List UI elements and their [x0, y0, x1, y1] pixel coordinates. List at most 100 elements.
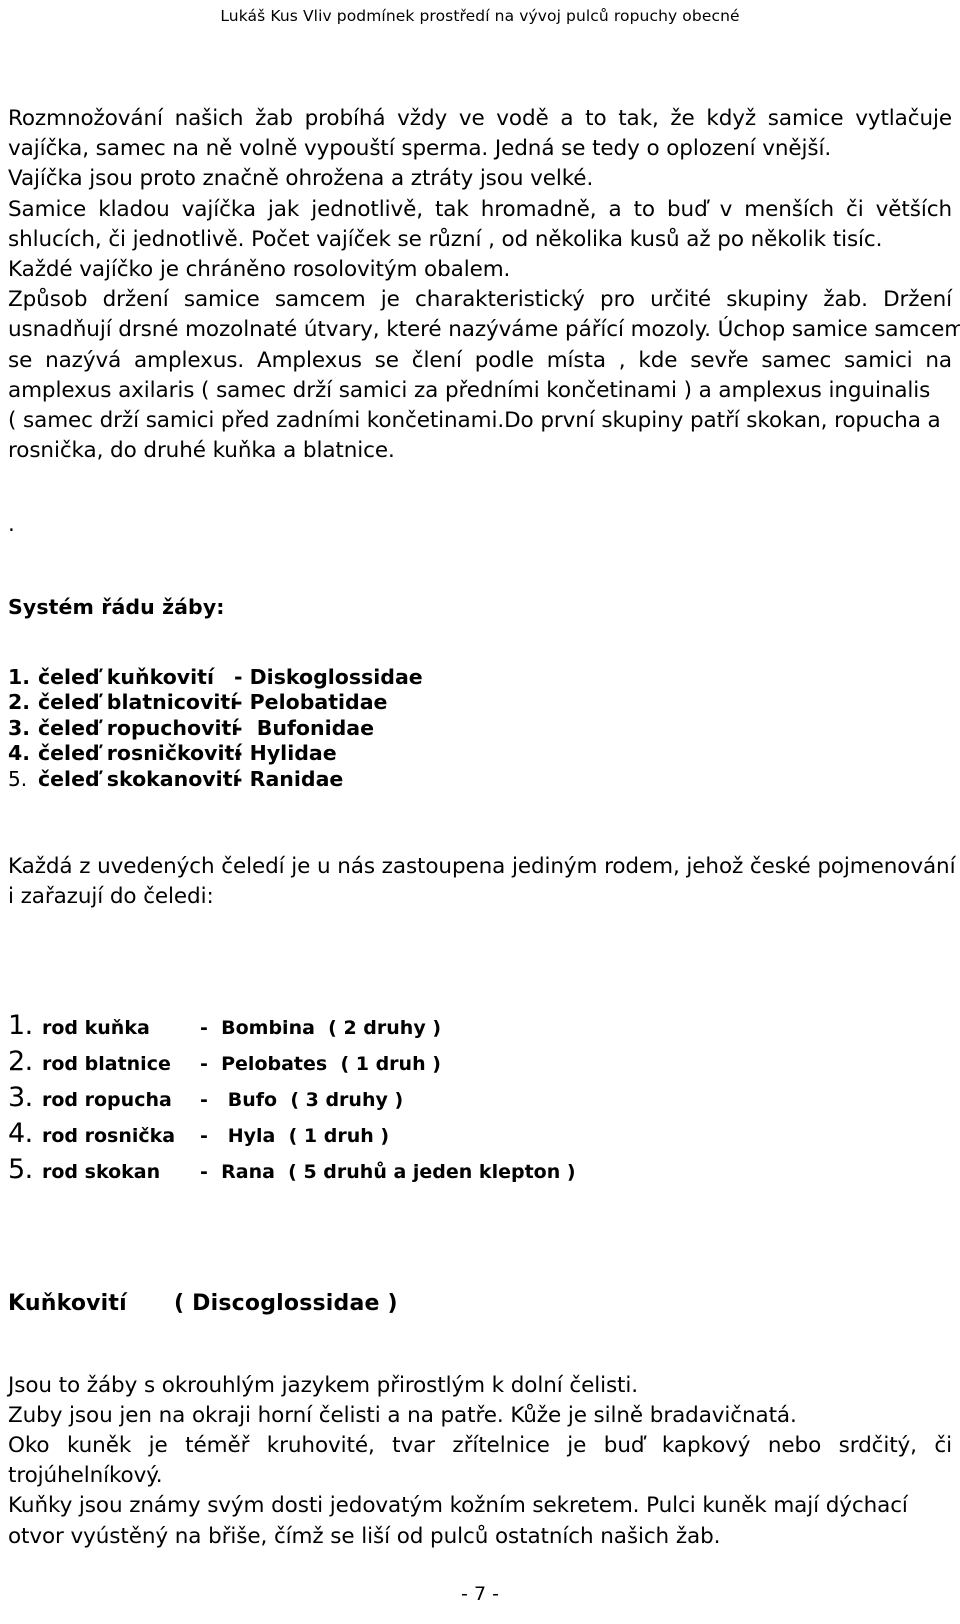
dash: -: [234, 664, 243, 689]
list-item: 5. čeleď skokanovití - Ranidae: [8, 767, 952, 793]
paragraph-line: Způsob držení samice samcem je charakter…: [8, 287, 952, 313]
paragraph-line: Kuňky jsou známy svým dosti jedovatým ko…: [8, 1493, 908, 1519]
latin: Rana: [221, 1160, 275, 1183]
document-page: Lukáš Kus Vliv podmínek prostředí na výv…: [0, 0, 960, 1624]
dash: -: [234, 690, 243, 715]
list-item-latin-name: - Diskoglossidae: [234, 665, 423, 691]
latin: Bufo: [221, 1088, 278, 1111]
latin: Pelobatidae: [249, 690, 388, 715]
family-list: 1. čeleď kuňkovití - Diskoglossidae 2. č…: [8, 665, 952, 793]
list-item-czech-name: rod rosnička: [42, 1124, 176, 1147]
paragraph-line: shlucích, či jednotlivě. Počet vajíček s…: [8, 226, 883, 252]
paragraph-line: Zuby jsou jen na okraji horní čelisti a …: [8, 1402, 797, 1428]
latin: Bufonidae: [249, 715, 375, 740]
paragraph-line: Rozmnožování našich žab probíhá vždy ve …: [8, 106, 952, 131]
dash: -: [200, 1016, 208, 1039]
paragraph-line: Každé vajíčko je chráněno rosolovitým ob…: [8, 257, 511, 283]
stray-period: .: [8, 512, 15, 538]
paragraph-line: usnadňují drsné mozolnaté útvary, které …: [8, 317, 960, 343]
list-item: 3. rod ropucha - Bufo ( 3 druhy ): [8, 1081, 952, 1117]
dash: -: [234, 766, 243, 791]
paragraph-line: ( samec drží samici před zadními končeti…: [8, 408, 941, 434]
list-item-czech-name: rod kuňka: [42, 1016, 150, 1039]
paragraph-line: se nazývá amplexus. Amplexus se člení po…: [8, 347, 952, 373]
latin: Ranidae: [249, 766, 344, 791]
list-item-czech-name: čeleď kuňkovití: [38, 664, 215, 689]
list-item-czech-name: čeleď blatnicovití: [38, 690, 238, 715]
list-item-latin-name: - Pelobatidae: [234, 690, 387, 716]
latin: Diskoglossidae: [249, 664, 423, 689]
paragraph-line: rosnička, do druhé kuňka a blatnice.: [8, 438, 395, 464]
system-heading: Systém řádu žáby:: [8, 594, 225, 619]
list-item-latin-name: - Bombina ( 2 druhy ): [200, 1012, 441, 1045]
list-item-latin-name: - Rana ( 5 druhů a jeden klepton ): [200, 1156, 576, 1189]
list-item-number: 5.: [8, 1153, 33, 1185]
paragraph-line: otvor vyústěný na břiše, čímž se liší od…: [8, 1523, 721, 1549]
page-number: - 7 -: [461, 1583, 499, 1605]
paragraph-line: Samice kladou vajíčka jak jednotlivě, ta…: [8, 196, 952, 222]
vertical-gap: [8, 913, 952, 1009]
list-item: 2. rod blatnice - Pelobates ( 1 druh ): [8, 1045, 952, 1081]
taxon-heading: Kuňkovití ( Discoglossidae ): [8, 1290, 398, 1316]
vertical-gap: [8, 541, 952, 593]
running-header: Lukáš Kus Vliv podmínek prostředí na výv…: [220, 7, 740, 25]
list-item-number: 3.: [8, 715, 31, 740]
vertical-gap: [8, 466, 952, 510]
page-content: Rozmnožování našich žab probíhá vždy ve …: [8, 104, 960, 1552]
species-count: ( 1 druh ): [340, 1052, 441, 1075]
list-item-latin-name: - Ranidae: [234, 767, 343, 793]
vertical-gap: [8, 621, 952, 665]
list-item-czech-name: rod blatnice: [42, 1052, 171, 1075]
vertical-gap: [8, 1189, 952, 1289]
dash: -: [234, 715, 243, 740]
list-item-czech-name: čeleď skokanovití: [38, 766, 240, 791]
list-item-number: 1.: [8, 1009, 33, 1041]
dash: -: [234, 741, 243, 766]
list-item-number: 1.: [8, 664, 31, 689]
list-item-czech-name: čeleď rosničkovití: [38, 741, 242, 766]
species-count: ( 3 druhy ): [290, 1088, 404, 1111]
species-count: ( 2 druhy ): [328, 1016, 441, 1039]
list-item-number: 2.: [8, 1045, 33, 1077]
list-item-latin-name: - Bufo ( 3 druhy ): [200, 1084, 403, 1117]
species-count: ( 1 druh ): [288, 1124, 390, 1147]
latin: Hyla: [221, 1124, 276, 1147]
list-item-latin-name: - Pelobates ( 1 druh ): [200, 1048, 441, 1081]
list-item-latin-name: - Bufonidae: [234, 716, 374, 742]
genus-list: 1. rod kuňka - Bombina ( 2 druhy ) 2. ro…: [8, 1009, 952, 1189]
list-item: 1. čeleď kuňkovití - Diskoglossidae: [8, 665, 952, 691]
list-item: 1. rod kuňka - Bombina ( 2 druhy ): [8, 1009, 952, 1045]
list-item-number: 4.: [8, 741, 31, 766]
paragraph-line: Oko kuněk je téměř kruhovité, tvar zříte…: [8, 1432, 952, 1458]
paragraph-line: amplexus axilaris ( samec drží samici za…: [8, 377, 931, 403]
list-item: 5. rod skokan - Rana ( 5 druhů a jeden k…: [8, 1153, 952, 1189]
list-item-czech-name: rod skokan: [42, 1160, 161, 1183]
paragraph-line: Jsou to žáby s okrouhlým jazykem přirost…: [8, 1372, 638, 1398]
list-item-czech-name: čeleď ropuchovití: [38, 715, 239, 740]
paragraph-genus-intro: Každá z uvedených čeledí je u nás zastou…: [8, 852, 960, 912]
vertical-gap: [8, 1319, 952, 1371]
dash: -: [200, 1160, 208, 1183]
latin: Bombina: [221, 1016, 315, 1039]
list-item-latin-name: - Hylidae: [234, 741, 337, 767]
paragraph-kunkoviti-description: Jsou to žáby s okrouhlým jazykem přirost…: [8, 1371, 952, 1552]
list-item-number: 4.: [8, 1117, 33, 1149]
list-item-latin-name: - Hyla ( 1 druh ): [200, 1120, 389, 1153]
dash: -: [200, 1052, 208, 1075]
list-item: 2. čeleď blatnicovití - Pelobatidae: [8, 690, 952, 716]
list-item-czech-name: rod ropucha: [42, 1088, 172, 1111]
vertical-gap: [8, 792, 952, 852]
list-item: 3. čeleď ropuchovití - Bufonidae: [8, 716, 952, 742]
paragraph-line: trojúhelníkový.: [8, 1463, 163, 1489]
list-item-number: 3.: [8, 1081, 33, 1113]
list-item: 4. čeleď rosničkovití - Hylidae: [8, 741, 952, 767]
latin: Pelobates: [221, 1052, 328, 1075]
paragraph-reproduction: Rozmnožování našich žab probíhá vždy ve …: [8, 104, 960, 466]
list-item-number: 5.: [8, 766, 28, 791]
paragraph-line: Každá z uvedených čeledí je u nás zastou…: [8, 854, 960, 880]
list-item: 4. rod rosnička - Hyla ( 1 druh ): [8, 1117, 952, 1153]
paragraph-line: Vajíčka jsou proto značně ohrožena a ztr…: [8, 166, 594, 192]
list-item-number: 2.: [8, 690, 31, 715]
dash: -: [200, 1124, 208, 1147]
paragraph-line: vajíčka, samec na ně volně vypouští sper…: [8, 136, 832, 162]
